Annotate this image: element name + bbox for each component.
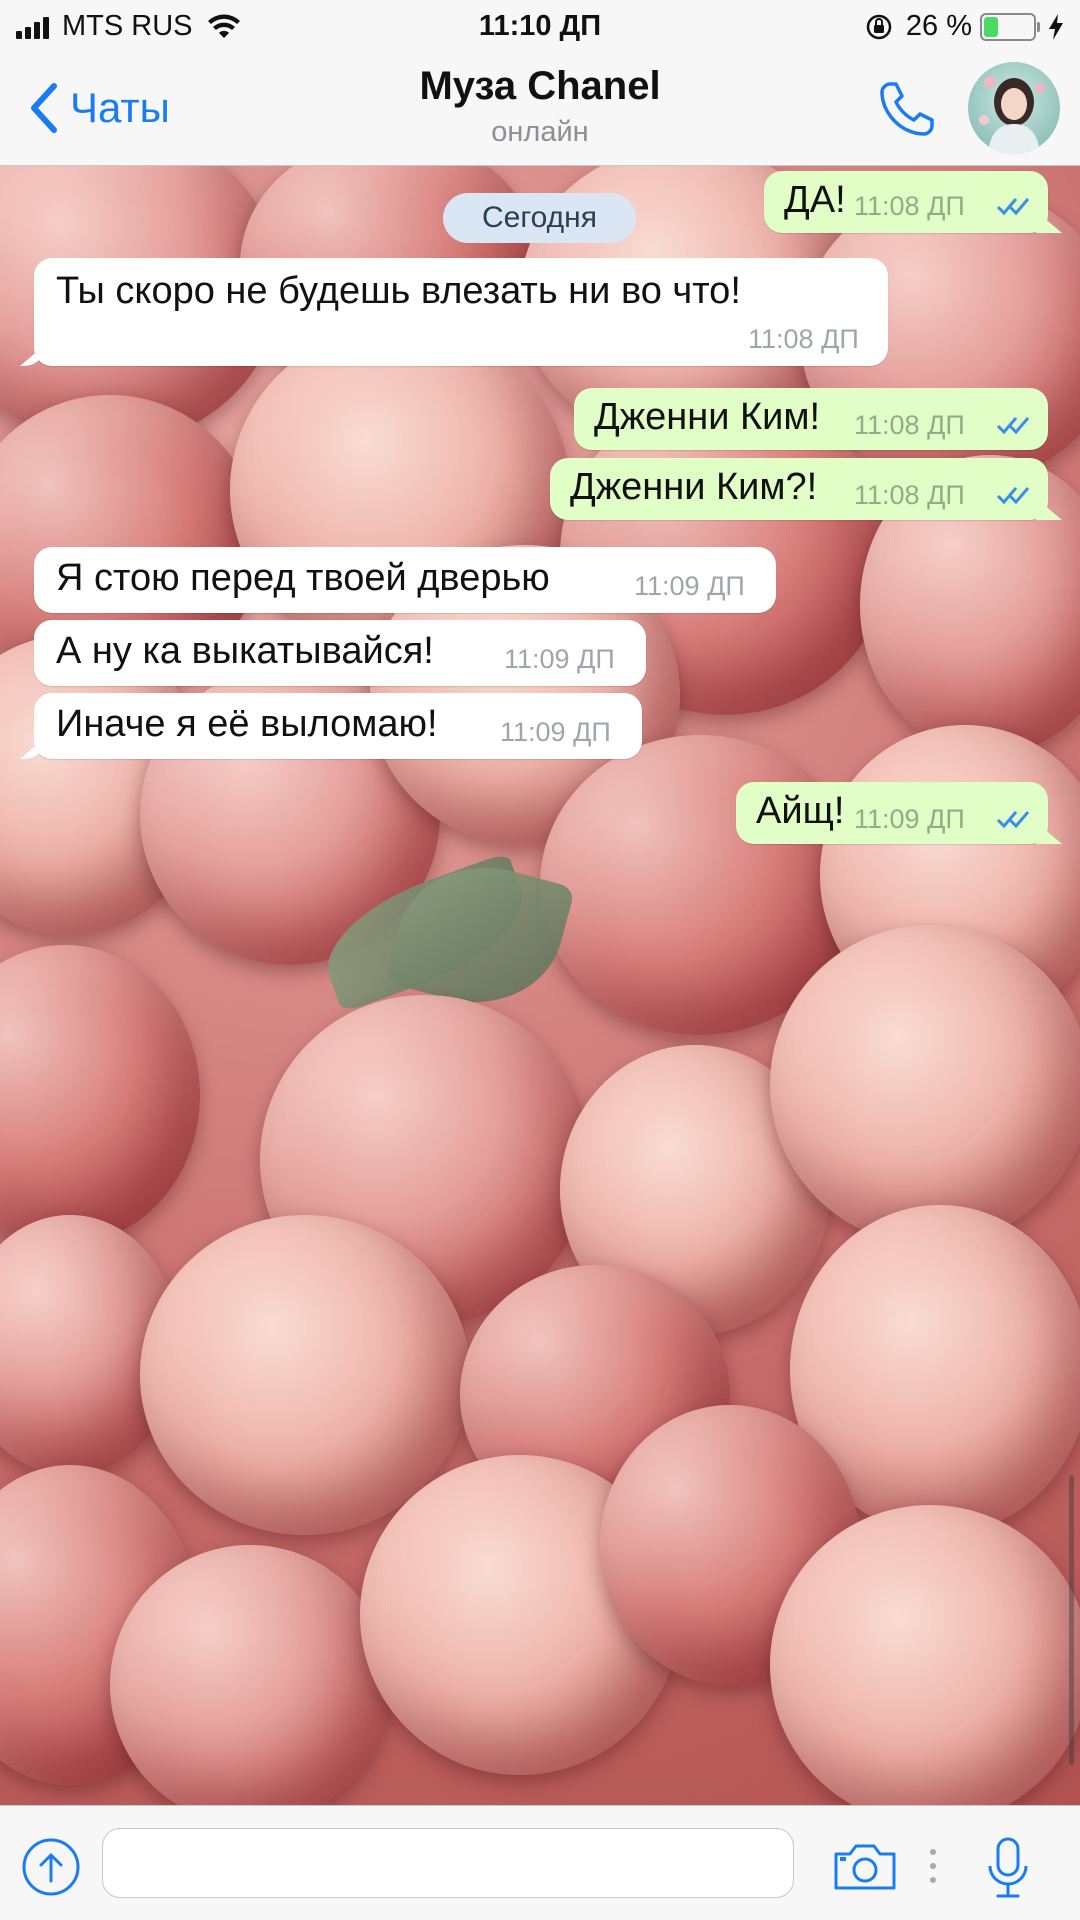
message-text: Ты скоро не будешь влезать ни во что! [56,270,741,312]
contact-avatar[interactable] [968,62,1060,154]
phone-icon [880,82,934,136]
microphone-button[interactable] [986,1836,1030,1905]
message-time: 11:08 ДП [854,410,965,440]
more-dots-icon [930,1849,936,1883]
message-text: Дженни Ким! [594,396,821,438]
read-ticks-icon [996,417,1030,435]
chat-screen: MTS RUS 11:10 ДП 26 % Чаты Муза Chanel о… [0,0,1080,1920]
message-list[interactable]: Сегодня ДА! 11:08 ДП Ты скоро не будешь … [0,165,1080,1805]
message-time: 11:08 ДП [854,480,965,510]
message-input[interactable] [102,1828,794,1898]
microphone-icon [988,1837,1028,1898]
message-bubble-incoming[interactable]: Иначе я её выломаю! 11:09 ДП [20,693,642,759]
message-text: Я стою перед твоей дверью [56,557,550,599]
call-button[interactable] [876,78,938,145]
read-ticks-icon [996,811,1030,829]
camera-button[interactable] [832,1842,898,1897]
scrollbar[interactable] [1069,1475,1074,1765]
message-bubble-outgoing[interactable]: Дженни Ким?! 11:08 ДП [550,458,1062,520]
message-bubble-incoming[interactable]: Я стою перед твоей дверью 11:09 ДП [34,547,776,613]
message-bubble-incoming[interactable]: А ну ка выкатывайся! 11:09 ДП [34,620,646,686]
battery-icon [980,12,1040,41]
date-divider: Сегодня [443,193,636,243]
message-time: 11:09 ДП [634,571,745,601]
message-text: Иначе я её выломаю! [56,703,438,745]
message-time: 11:09 ДП [504,644,615,674]
message-bubble-incoming[interactable]: Ты скоро не будешь влезать ни во что! 11… [20,258,888,366]
message-text: А ну ка выкатывайся! [56,630,434,672]
read-ticks-icon [996,487,1030,505]
status-bar: MTS RUS 11:10 ДП 26 % [0,0,1080,52]
chat-header: Чаты Муза Chanel онлайн [0,52,1080,166]
orientation-lock-icon [866,14,892,39]
attach-button[interactable] [20,1836,82,1903]
message-time: 11:08 ДП [748,324,859,354]
camera-icon [834,1844,896,1890]
message-text: ДА! [784,179,846,221]
message-bubble-outgoing[interactable]: ДА! 11:08 ДП [764,171,1062,233]
upload-circle-icon [22,1838,80,1896]
message-time: 11:09 ДП [500,717,611,747]
message-time: 11:08 ДП [854,191,965,221]
battery-percent: 26 % [905,10,972,42]
message-text: Айщ! [756,790,845,832]
message-text: Дженни Ким?! [570,466,818,508]
message-time: 11:09 ДП [854,804,965,834]
charging-icon [1049,13,1063,40]
input-bar [0,1805,1080,1920]
message-bubble-outgoing[interactable]: Дженни Ким! 11:08 ДП [574,388,1048,450]
message-bubble-outgoing[interactable]: Айщ! 11:09 ДП [736,782,1062,844]
read-ticks-icon [996,198,1030,216]
